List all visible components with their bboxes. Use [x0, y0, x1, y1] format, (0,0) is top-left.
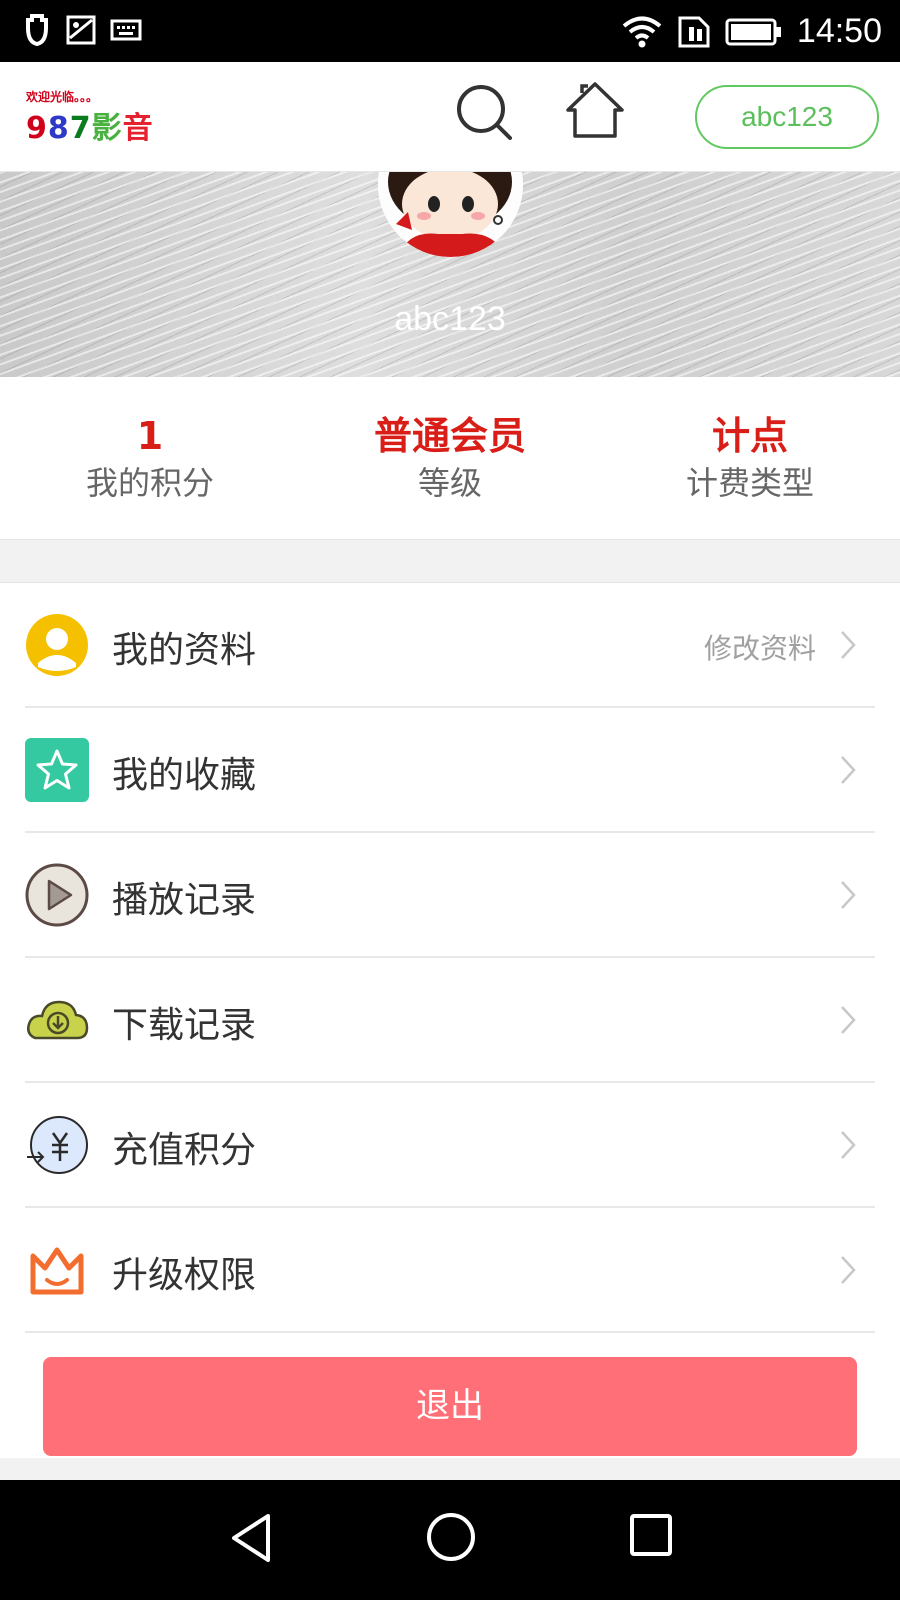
- chevron-right-icon: [841, 1006, 856, 1034]
- menu-item-label: 播放记录: [112, 880, 257, 921]
- home-button[interactable]: [562, 78, 628, 144]
- crown-icon: [30, 1247, 84, 1295]
- search-icon: [457, 85, 512, 140]
- stat-level-label: 等级: [417, 464, 482, 502]
- menu-item-label: 升级权限: [112, 1255, 257, 1296]
- menu-item-recharge[interactable]: 充值积分: [0, 1083, 900, 1208]
- back-icon[interactable]: [226, 1510, 276, 1566]
- divider: [25, 1331, 875, 1333]
- menu-item-favorites[interactable]: 我的收藏: [0, 708, 900, 833]
- image-icon: [66, 15, 96, 45]
- logo-title: 987影音: [26, 111, 154, 146]
- chevron-right-icon: [841, 756, 856, 784]
- menu-item-label: 充值积分: [112, 1130, 257, 1171]
- stat-level-value: 普通会员: [373, 414, 526, 458]
- notification-icon: [26, 14, 48, 47]
- avatar[interactable]: [378, 172, 523, 257]
- home-circle-icon[interactable]: [424, 1510, 478, 1564]
- keyboard-icon: [110, 19, 142, 41]
- play-icon: [25, 863, 89, 927]
- app-header: 欢迎光临。。。 987影音 abc123: [0, 62, 900, 172]
- app-logo[interactable]: 欢迎光临。。。 987影音: [26, 88, 206, 146]
- menu-item-label: 下载记录: [112, 1005, 257, 1046]
- stat-billing-label: 计费类型: [685, 464, 814, 502]
- menu-item-profile[interactable]: 我的资料 修改资料: [0, 583, 900, 708]
- chevron-right-icon: [841, 1131, 856, 1159]
- chevron-right-icon: [841, 631, 856, 659]
- chevron-right-icon: [841, 1256, 856, 1284]
- sim-icon: [678, 16, 710, 47]
- menu-item-play-history[interactable]: 播放记录: [0, 833, 900, 958]
- account-menu: 我的资料 修改资料 我的收藏 播放记录 下载记录 充值积分 升级权限: [0, 582, 900, 1458]
- wifi-icon: [622, 16, 662, 47]
- menu-item-label: 我的资料: [112, 630, 257, 671]
- profile-banner: abc123: [0, 172, 900, 377]
- stat-billing[interactable]: 计点 计费类型: [600, 413, 900, 507]
- logout-button[interactable]: 退出: [43, 1357, 857, 1456]
- status-time: 14:50: [796, 12, 882, 50]
- status-bar: 14:50: [0, 0, 900, 62]
- edit-profile-hint[interactable]: 修改资料: [704, 627, 816, 667]
- stat-points-value: 1: [136, 414, 164, 458]
- home-icon: [566, 82, 624, 138]
- download-cloud-icon: [27, 1000, 89, 1040]
- account-stats: 1 我的积分 普通会员 等级 计点 计费类型: [0, 377, 900, 540]
- stat-points-label: 我的积分: [85, 464, 214, 502]
- yuan-recharge-icon: [27, 1116, 88, 1174]
- battery-icon: [725, 18, 781, 45]
- stat-billing-value: 计点: [711, 414, 788, 458]
- chevron-right-icon: [841, 881, 856, 909]
- profile-username: abc123: [394, 300, 506, 338]
- stat-points[interactable]: 1 我的积分: [0, 413, 300, 507]
- menu-item-upgrade[interactable]: 升级权限: [0, 1208, 900, 1333]
- stat-level[interactable]: 普通会员 等级: [300, 413, 600, 507]
- menu-item-label: 我的收藏: [112, 755, 257, 796]
- star-icon: [25, 738, 89, 802]
- username-button[interactable]: abc123: [695, 85, 879, 149]
- user-icon: [26, 614, 88, 676]
- recents-icon[interactable]: [628, 1512, 674, 1558]
- menu-item-download-history[interactable]: 下载记录: [0, 958, 900, 1083]
- system-nav-bar: [0, 1480, 900, 1600]
- search-button[interactable]: [452, 80, 518, 146]
